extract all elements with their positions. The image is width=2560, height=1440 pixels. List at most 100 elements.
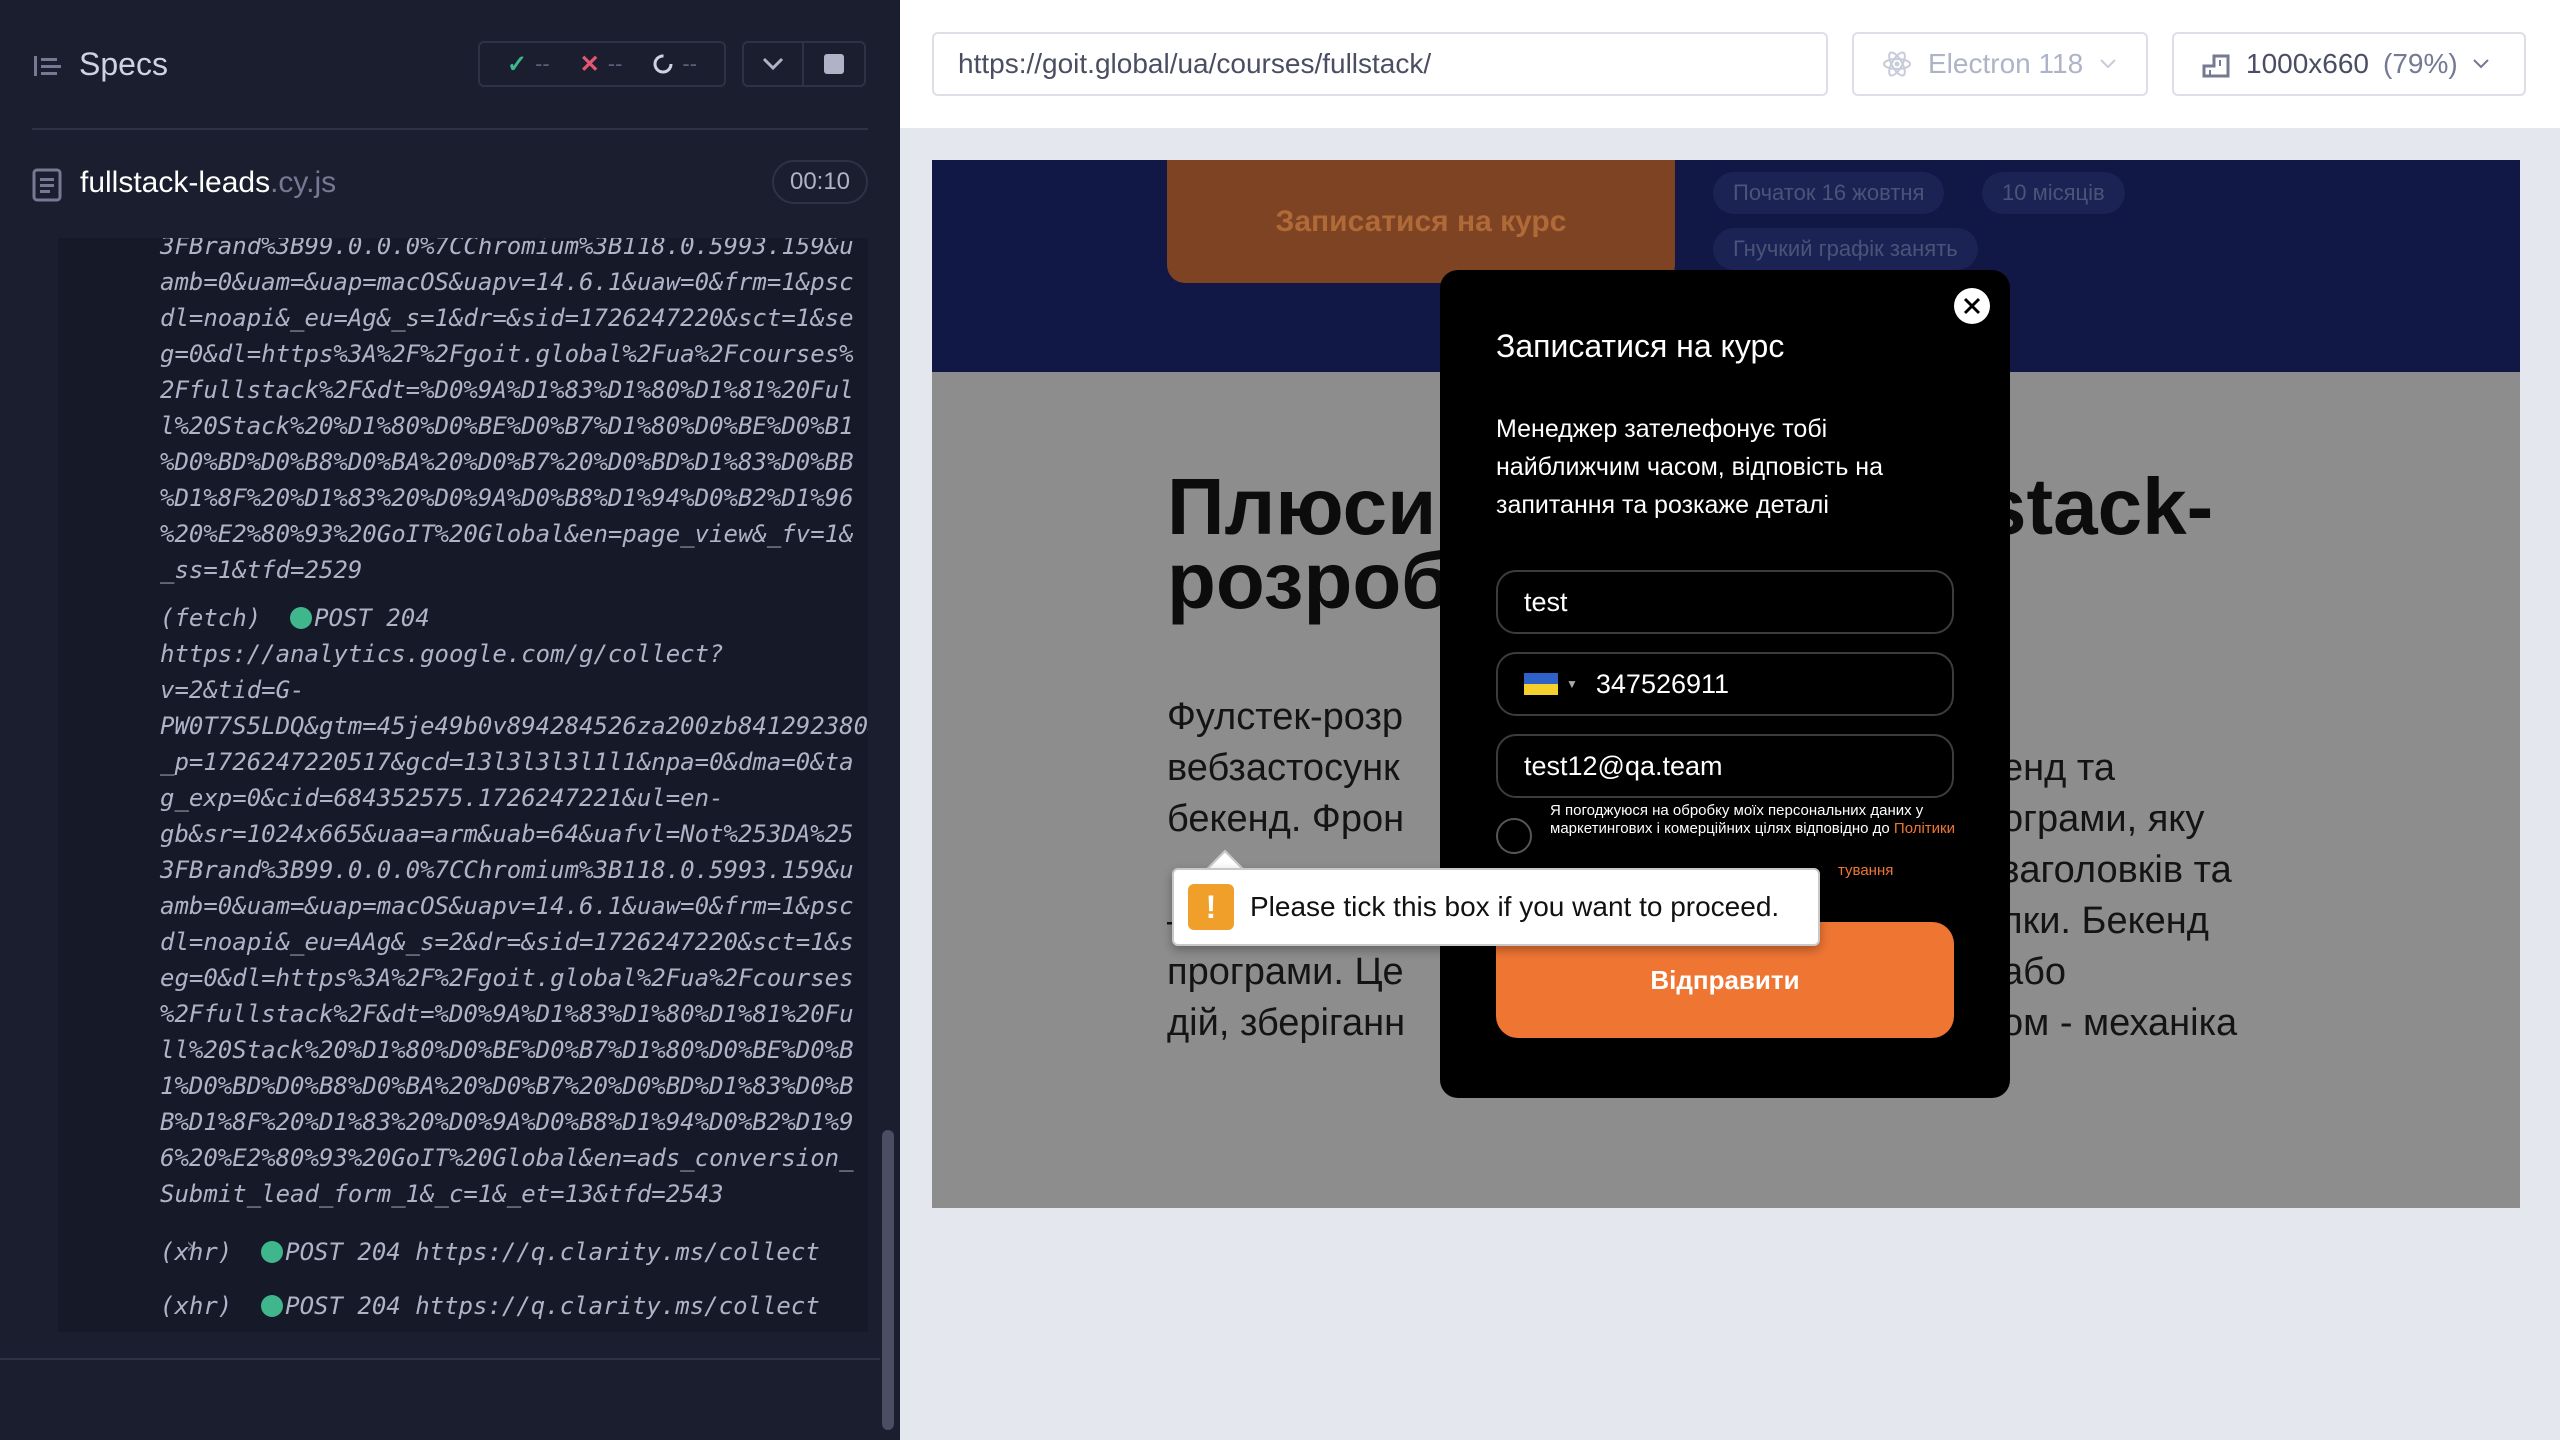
close-button[interactable] [1954,288,1990,324]
log-line: dl=noapi&_eu=AAg&_s=2&dr=&sid=1726247220… [160,928,854,956]
log-line: 2Ffullstack%2F&dt=%D0%9A%D1%83%D1%80%D1%… [160,376,854,404]
log-entry-xhr-1[interactable]: (xhr) POST 204 https://q.clarity.ms/coll… [160,1234,820,1270]
validation-tooltip: ! Please tick this box if you want to pr… [1172,868,1820,946]
log-line: ll%20Stack%20%D1%80%D0%BE%D0%B7%D1%80%D0… [160,1036,854,1064]
run-options-button[interactable] [742,41,804,87]
failed-stat: ✕ -- [580,50,623,79]
ukraine-flag-icon[interactable] [1524,673,1558,695]
enroll-button[interactable]: Записатися на курс [1167,160,1675,283]
viewport-size: 1000x660 [2246,48,2370,79]
log-entry-fetch[interactable]: (fetch) POST 204 [160,600,430,636]
specs-panel: Specs ✓ -- ✕ -- -- fullstack-leads.cy.js… [0,0,900,1440]
status-dot [261,1295,284,1317]
modal-title: Записатися на курс [1496,328,1785,364]
scrollbar[interactable] [882,1130,894,1430]
name-field[interactable]: test [1496,570,1954,634]
chip-start-date: Початок 16 жовтня [1713,172,1945,214]
log-line: 3FBrand%3B99.0.0.0%7CChromium%3B118.0.59… [160,238,854,260]
log-line: g=0&dl=https%3A%2F%2Fgoit.global%2Fua%2F… [160,340,854,368]
passed-count: -- [535,51,550,76]
x-icon: ✕ [579,50,600,78]
log-line: _p=1726247220517&gcd=13l3l3l3l1l1&npa=0&… [160,748,854,776]
log-line: %D1%8F%20%D1%83%20%D0%9A%D0%B8%D1%94%D0%… [160,484,854,512]
spinner-icon [653,54,673,74]
pending-count: -- [682,51,698,76]
log-line: 1%D0%BD%D0%B8%D0%BA%20%D0%B7%20%D0%BD%D1… [160,1072,854,1100]
browser-selector[interactable]: Electron 118 [1852,32,2148,96]
browser-toolbar: https://goit.global/ua/courses/fullstack… [900,0,2560,128]
log-tag: (xhr) [160,1292,233,1320]
email-field[interactable]: test12@qa.team [1496,734,1954,798]
log-line: 6%20%E2%80%93%20GoIT%20Global&en=ads_con… [160,1144,854,1172]
viewport-selector[interactable]: 1000x660 (79%) [2172,32,2526,96]
url-bar[interactable]: https://goit.global/ua/courses/fullstack… [932,32,1828,96]
section-paragraph-right: енд та ограми, яку заголовків та пки. Бе… [2002,747,2238,1044]
run-timer: 00:10 [772,160,868,204]
file-icon [32,168,62,202]
passed-stat: ✓ -- [507,50,550,79]
spec-file-row[interactable]: fullstack-leads.cy.js 00:10 [0,150,900,216]
log-line: B%D1%8F%20%D1%83%20%D0%9A%D0%B8%D1%94%D0… [160,1108,854,1136]
consent-text: Я погоджуюся на обробку моїх персональни… [1550,802,1924,837]
log-line: PW0T7S5LDQ&gtm=45je49b0v894284526za200zb… [160,712,868,740]
enroll-modal: Записатися на курс Менеджер зателефонує … [1440,270,2010,1098]
log-line: dl=noapi&_eu=Ag&_s=1&dr=&sid=1726247220&… [160,304,854,332]
log-line: 3FBrand%3B99.0.0.0%7CChromium%3B118.0.59… [160,856,854,884]
log-line: g_exp=0&cid=684352575.1726247221&ul=en- [160,784,724,812]
specs-header: Specs ✓ -- ✕ -- -- [0,0,900,130]
chevron-down-icon [2100,59,2116,69]
log-tag: (xhr) [160,1238,233,1266]
log-entry-xhr-2[interactable]: (xhr) POST 204 https://q.clarity.ms/coll… [160,1288,820,1324]
log-line: amb=0&uam=&uap=macOS&uapv=14.6.1&uaw=0&f… [160,268,854,296]
caret-down-icon[interactable]: ▼ [1566,677,1578,691]
log-line: gb&sr=1024x665&uaa=arm&uab=64&uafvl=Not%… [160,820,854,848]
status-dot [261,1241,284,1263]
log-line: %2Ffullstack%2F&dt=%D0%9A%D1%83%D1%80%D1… [160,1000,854,1028]
chevron-down-icon [2473,59,2489,69]
status-dot [290,607,313,629]
log-text: POST 204 https://q.clarity.ms/collect [285,1292,820,1320]
chip-duration: 10 місяців [1982,172,2125,214]
zoom-level: (79%) [2383,48,2458,79]
section-heading: Плюси розроб [1167,462,1451,625]
specs-title[interactable]: Specs [79,46,168,83]
consent-checkbox[interactable] [1496,818,1532,854]
chip-schedule: Гнучкий графік занять [1713,228,1978,270]
log-tag: (fetch) [160,604,262,632]
chevron-down-icon [762,57,784,71]
privacy-policy-link[interactable]: Політики [1894,820,1955,837]
app-preview: Записатися на курс Початок 16 жовтня 10 … [932,160,2520,1208]
failed-count: -- [607,51,623,76]
specs-list-icon[interactable] [32,50,64,82]
log-line: https://analytics.google.com/g/collect? [160,640,724,668]
command-log: 3FBrand%3B99.0.0.0%7CChromium%3B118.0.59… [58,238,868,1332]
check-icon: ✓ [506,50,528,78]
spec-file-name: fullstack-leads.cy.js [80,166,336,200]
log-line: eg=0&dl=https%3A%2F%2Fgoit.global%2Fua%2… [160,964,854,992]
warning-icon: ! [1188,884,1234,930]
phone-field[interactable]: ▼ 347526911 [1496,652,1954,716]
section-heading-tail: stack- [1982,462,2214,551]
modal-description: Менеджер зателефонує тобі найближчим час… [1496,415,1884,519]
stop-icon [824,54,844,74]
terms-link[interactable]: тування [1838,862,1893,879]
log-line: _ss=1&tfd=2529 [160,556,363,584]
consent-label: Я погоджуюся на обробку моїх персональни… [1550,802,1960,838]
log-line: l%20Stack%20%D1%80%D0%BE%D0%B7%D1%80%D0%… [160,412,854,440]
log-line: v=2&tid=G- [160,676,305,704]
electron-icon [1883,51,1911,77]
divider [0,1358,880,1360]
validation-message: Please tick this box if you want to proc… [1250,891,1780,922]
phone-value: 347526911 [1595,668,1730,699]
log-text: POST 204 https://q.clarity.ms/collect [285,1238,820,1266]
divider [32,128,868,130]
stop-button[interactable] [804,41,866,87]
spec-file-ext: .cy.js [270,166,337,199]
close-icon [1963,297,1981,315]
log-line: amb=0&uam=&uap=macOS&uapv=14.6.1&uaw=0&f… [160,892,854,920]
log-status: POST 204 [314,604,430,632]
log-line: %20%E2%80%93%20GoIT%20Global&en=page_vie… [160,520,854,548]
log-line: Submit_lead_form_1&_c=1&_et=13&tfd=2543 [160,1180,724,1208]
log-line: %D0%BD%D0%B8%D0%BA%20%D0%B7%20%D0%BD%D1%… [160,448,854,476]
pending-stat: -- [652,51,697,77]
